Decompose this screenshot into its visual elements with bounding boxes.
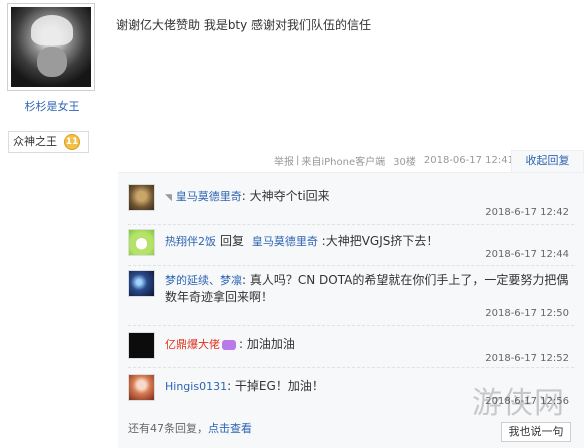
reply-time: 2018-6-17 12:42	[485, 207, 569, 218]
reply-text: :大神把VGJS挤下去！	[317, 234, 439, 248]
reply-username[interactable]: 亿鼎爆大佬	[165, 338, 220, 351]
author-panel: 杉杉是女王 众神之王 11	[0, 0, 104, 448]
divider	[128, 325, 574, 326]
author-badge[interactable]: 众神之王 11	[8, 131, 89, 153]
badge-level-icon: 11	[64, 134, 80, 150]
reply-target-username[interactable]: 皇马莫德里奇	[252, 235, 318, 248]
vip-icon	[222, 339, 236, 350]
post-floor: 30楼	[393, 157, 416, 168]
reply-text: : 加油加油	[239, 337, 295, 351]
reply-time: 2018-6-17 12:44	[485, 249, 569, 260]
tail-separator: |	[296, 155, 300, 166]
reply-avatar[interactable]	[128, 332, 155, 359]
reply-list: ◥ 皇马莫德里奇: 大神夺个ti回来 2018-6-17 12:42 热翔伴2饭…	[118, 172, 584, 448]
report-link[interactable]: 举报	[274, 153, 294, 168]
reply-avatar[interactable]	[128, 229, 155, 256]
post-time: 2018-06-17 12:41	[423, 155, 514, 166]
divider	[128, 224, 574, 225]
more-replies-count: 还有47条回复，	[128, 422, 208, 435]
reply-avatar[interactable]	[128, 374, 155, 401]
reply-time: 2018-6-17 12:52	[485, 353, 569, 364]
reply-button[interactable]: 我也说一句	[501, 422, 571, 442]
reply-time: 2018-6-17 12:56	[485, 396, 569, 407]
reply-avatar[interactable]	[128, 270, 155, 297]
divider	[128, 367, 574, 368]
post-tail: 举报 | 来自iPhone客户端 30楼 2018-06-17 12:41	[274, 153, 514, 168]
post-source: 来自iPhone客户端	[301, 157, 386, 168]
reply-username[interactable]: 梦的延续、梦凛	[165, 274, 242, 287]
reply-prefix: 回复	[220, 234, 245, 248]
reply-username[interactable]: 皇马莫德里奇	[176, 190, 242, 203]
post-content: 谢谢亿大佬赞助 我是bty 感谢对我们队伍的信任	[116, 18, 372, 32]
more-replies: 还有47条回复，点击查看	[128, 420, 252, 436]
author-username[interactable]: 杉杉是女王	[0, 98, 104, 114]
divider	[128, 265, 574, 266]
reply-username[interactable]: 热翔伴2饭	[165, 235, 216, 248]
reply-text: : 干掉EG！加油！	[227, 379, 324, 393]
avatar-image	[11, 7, 91, 87]
badge-text: 众神之王	[13, 135, 57, 148]
author-avatar[interactable]	[7, 3, 95, 91]
reply-avatar[interactable]	[128, 184, 155, 211]
reply-time: 2018-6-17 12:50	[485, 308, 569, 319]
reply-text: : 大神夺个ti回来	[241, 189, 330, 203]
tag-icon: ◥	[165, 193, 172, 203]
view-more-link[interactable]: 点击查看	[208, 422, 252, 435]
collapse-replies-button[interactable]: 收起回复	[511, 150, 584, 172]
reply-username[interactable]: Hingis0131	[165, 380, 227, 393]
